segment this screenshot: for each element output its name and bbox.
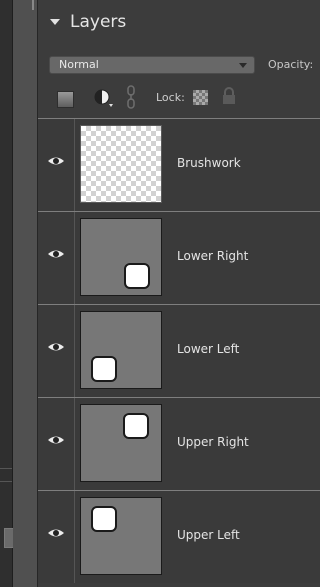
left-side-strip — [0, 0, 14, 587]
panel-header[interactable]: Layers — [38, 0, 320, 44]
link-icon[interactable] — [126, 85, 136, 109]
visibility-column — [38, 119, 75, 211]
eye-icon[interactable] — [47, 341, 65, 353]
eye-icon[interactable] — [47, 248, 65, 260]
lock-all-icon[interactable] — [221, 86, 237, 106]
layer-thumbnail — [80, 125, 162, 203]
eye-icon[interactable] — [47, 527, 65, 539]
layer-thumbnail — [80, 497, 162, 575]
lock-transparency-icon[interactable] — [193, 90, 208, 105]
layer-row[interactable]: Lower Left — [38, 304, 320, 397]
layer-thumbnail — [80, 311, 162, 389]
visibility-column — [38, 398, 75, 490]
layer-thumbnail — [80, 218, 162, 296]
layer-name: Lower Left — [177, 342, 240, 356]
layer-row[interactable]: Brushwork — [38, 118, 320, 211]
adjustment-layer-icon[interactable] — [93, 88, 117, 108]
layers-list: Brushwork Lower Right Lower Left Upper R… — [38, 118, 320, 583]
strip-divider — [0, 468, 12, 469]
visibility-column — [38, 491, 75, 583]
chevron-down-icon — [239, 63, 247, 68]
layer-row[interactable]: Upper Right — [38, 397, 320, 490]
layer-name: Upper Right — [177, 435, 249, 449]
eye-icon[interactable] — [47, 155, 65, 167]
white-square — [124, 263, 150, 289]
white-square — [123, 413, 149, 439]
white-square — [91, 506, 117, 532]
visibility-column — [38, 305, 75, 397]
layer-row[interactable]: Lower Right — [38, 211, 320, 304]
blend-mode-select[interactable]: Normal — [49, 56, 255, 74]
layers-panel: Layers Normal Opacity: Lock: Brushwork L… — [37, 0, 320, 587]
lock-label: Lock: — [156, 91, 185, 104]
white-square — [91, 356, 117, 382]
layer-thumbnail — [80, 404, 162, 482]
gutter-notch — [32, 0, 34, 10]
new-layer-icon[interactable] — [57, 91, 74, 108]
panel-title: Layers — [70, 12, 127, 32]
opacity-label: Opacity: — [268, 58, 314, 71]
panel-gutter — [13, 0, 37, 587]
layer-name: Upper Left — [177, 528, 240, 542]
blend-mode-value: Normal — [59, 58, 99, 71]
layer-name: Brushwork — [177, 156, 241, 170]
eye-icon[interactable] — [47, 434, 65, 446]
strip-divider — [0, 481, 12, 482]
visibility-column — [38, 212, 75, 304]
triangle-down-icon[interactable] — [50, 19, 60, 25]
layer-row[interactable]: Upper Left — [38, 490, 320, 583]
layer-name: Lower Right — [177, 249, 249, 263]
